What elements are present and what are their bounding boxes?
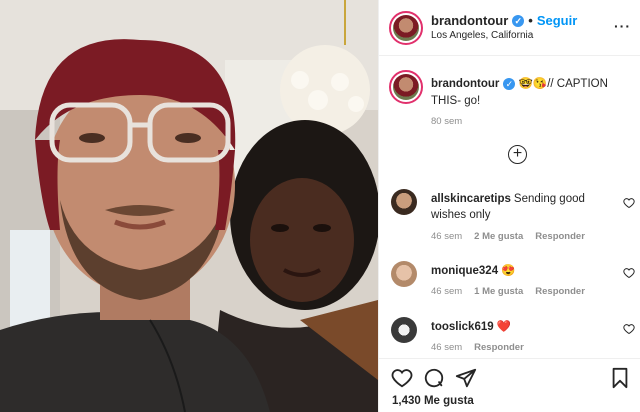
comment-likes[interactable]: 2 Me gusta [474, 231, 523, 242]
commenter-avatar[interactable] [391, 189, 417, 215]
comment-reply-button[interactable]: Responder [474, 342, 524, 353]
follow-button[interactable]: Seguir [537, 13, 577, 28]
post-actions-bar: 1,430 Me gusta [379, 358, 640, 412]
author-username[interactable]: brandontour [431, 13, 508, 28]
author-line: brandontour ✓ • Seguir [431, 13, 577, 28]
commenter-avatar[interactable] [391, 317, 417, 343]
commenter-avatar[interactable] [391, 261, 417, 287]
comment-time[interactable]: 46 sem [431, 286, 462, 297]
comment-meta: 46 sem Responder [431, 342, 524, 353]
post-side-panel: brandontour ✓ • Seguir Los Angeles, Cali… [378, 0, 640, 412]
author-avatar[interactable] [389, 11, 423, 45]
comment-time[interactable]: 46 sem [431, 231, 462, 242]
comment-username[interactable]: monique324 [431, 265, 498, 277]
more-options-icon[interactable]: ··· [614, 18, 631, 34]
comment-username[interactable]: allskincaretips [431, 193, 511, 205]
post-location[interactable]: Los Angeles, California [431, 30, 533, 41]
comment-text: 😍 [501, 265, 516, 277]
comment-icon[interactable] [423, 367, 445, 389]
comment-text-block: allskincaretips Sending good wishes only [431, 191, 617, 223]
comment-like-heart-icon[interactable] [623, 323, 635, 335]
comment-text: ❤️ [496, 321, 511, 333]
heart-icon[interactable] [391, 367, 413, 389]
comment-reply-button[interactable]: Responder [535, 286, 585, 297]
load-more-comments-button[interactable]: + [508, 145, 527, 164]
comment-like-heart-icon[interactable] [623, 197, 635, 209]
comment-text-block: monique324 😍 [431, 263, 617, 279]
comment-text-block: tooslick619 ❤️ [431, 319, 617, 335]
selfie-image [0, 0, 378, 412]
comment-likes[interactable]: 1 Me gusta [474, 286, 523, 297]
comment-username[interactable]: tooslick619 [431, 321, 494, 333]
comment-time[interactable]: 46 sem [431, 342, 462, 353]
comment-like-heart-icon[interactable] [623, 267, 635, 279]
caption-timestamp[interactable]: 80 sem [431, 116, 462, 127]
comment-meta: 46 sem 2 Me gusta Responder [431, 231, 585, 242]
like-count[interactable]: 1,430 Me gusta [392, 395, 474, 407]
verified-badge-icon: ✓ [512, 14, 525, 27]
comment-meta: 46 sem 1 Me gusta Responder [431, 286, 585, 297]
post-photo[interactable] [0, 0, 378, 412]
caption-text-block: brandontour ✓ 🤓😘// CAPTION THIS- go! [431, 76, 631, 110]
caption-verified-badge-icon: ✓ [503, 78, 516, 90]
separator-dot: • [528, 13, 533, 28]
share-icon[interactable] [455, 367, 477, 389]
bookmark-icon[interactable] [609, 367, 631, 389]
caption-avatar[interactable] [389, 70, 423, 104]
caption-username[interactable]: brandontour [431, 78, 499, 90]
post-header: brandontour ✓ • Seguir Los Angeles, Cali… [379, 0, 640, 56]
comment-reply-button[interactable]: Responder [535, 231, 585, 242]
